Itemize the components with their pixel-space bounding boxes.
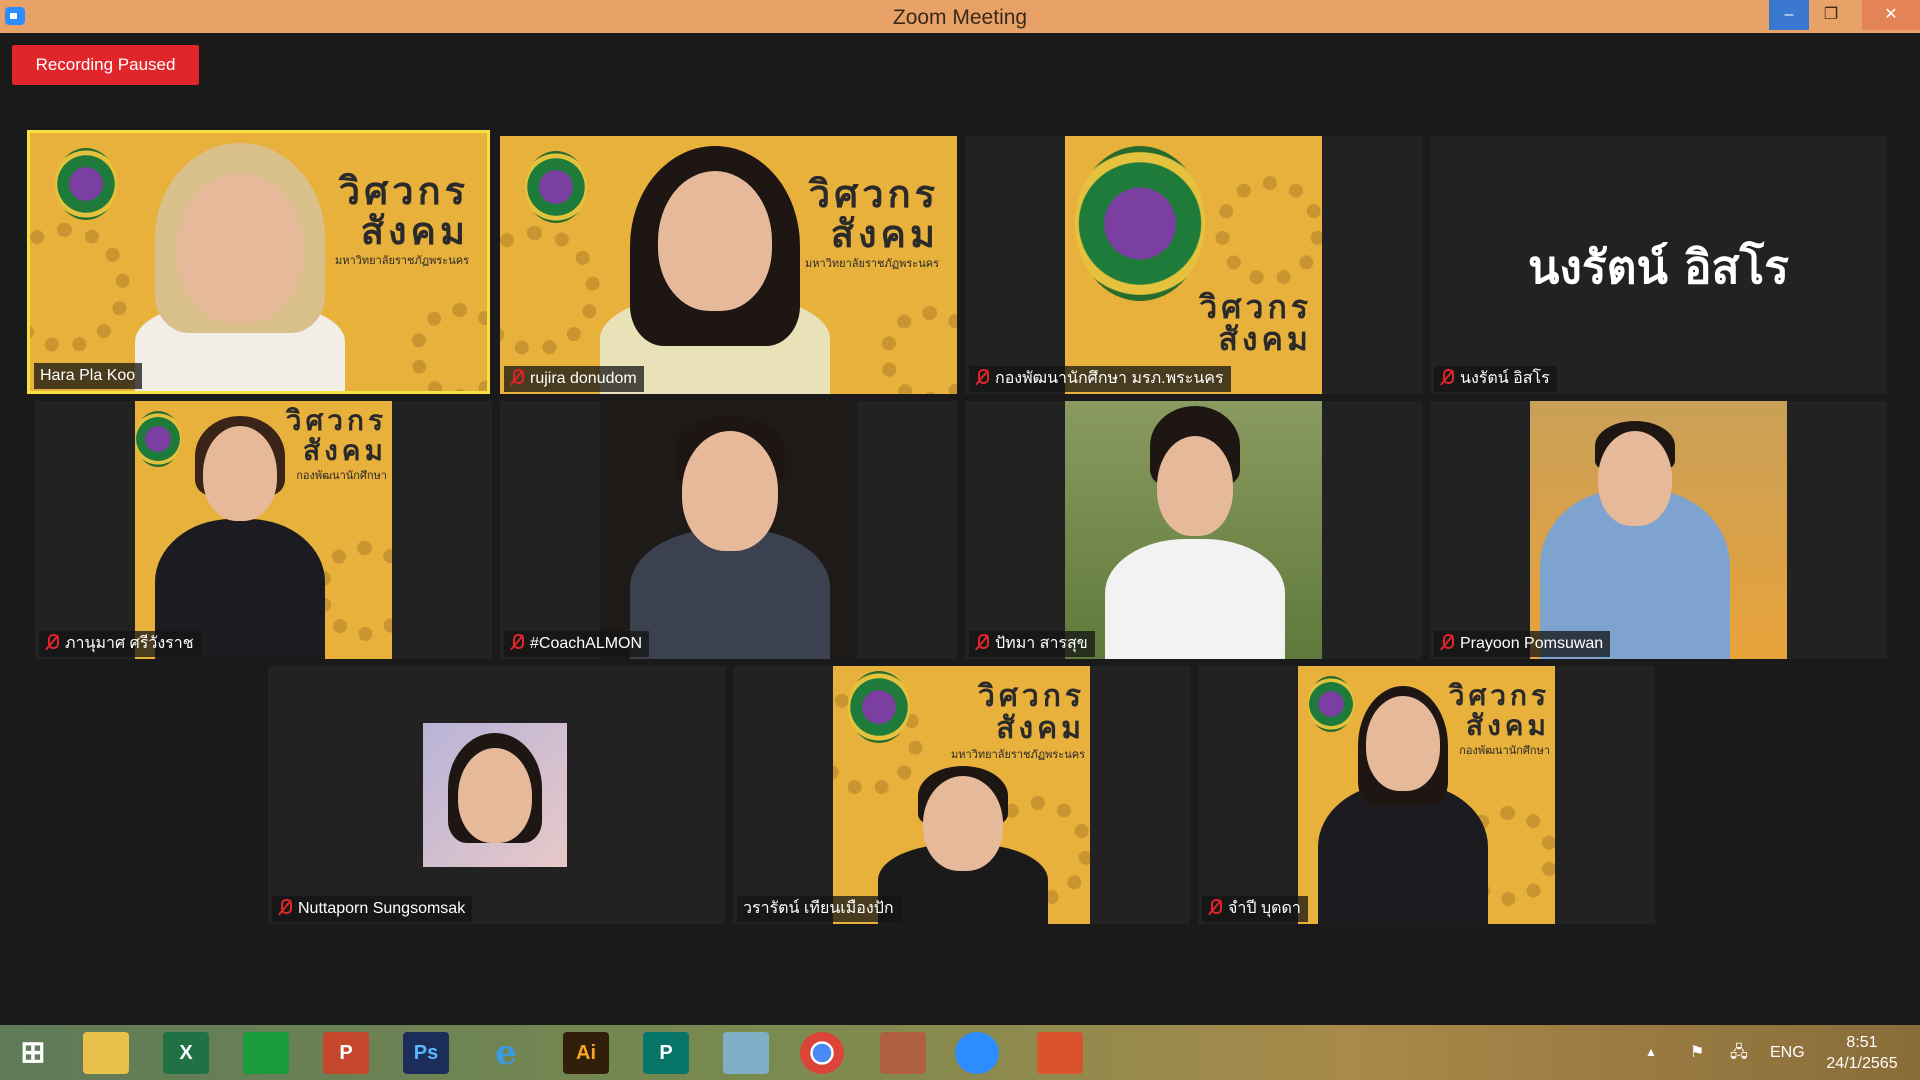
participant-video: วิศวกร สังคม กองพัฒนานักศึกษา bbox=[1298, 666, 1555, 924]
muted-mic-icon bbox=[510, 369, 524, 385]
clock-date: 24/1/2565 bbox=[1826, 1055, 1898, 1072]
notepad-icon[interactable] bbox=[723, 1032, 769, 1074]
photoshop-icon[interactable]: Ps bbox=[403, 1032, 449, 1074]
participant-figure bbox=[1105, 401, 1285, 659]
participant-name-label: ปัทมา สารสุข bbox=[969, 631, 1095, 657]
participant-figure bbox=[155, 401, 325, 659]
participant-video bbox=[600, 401, 857, 659]
participant-video: วิศวกร สังคมมหาวิทยาลัยราชภัฏพระนคร bbox=[30, 133, 487, 391]
participant-figure bbox=[600, 136, 830, 394]
video-tile-jampee[interactable]: วิศวกร สังคม กองพัฒนานักศึกษา จำปี บุดดา bbox=[1198, 666, 1655, 924]
minimize-button[interactable]: – bbox=[1769, 0, 1809, 30]
participant-name-label: วรารัตน์ เทียนเมืองปัก bbox=[737, 896, 901, 922]
participant-name-label: นงรัตน์ อิสโร bbox=[1434, 366, 1557, 392]
video-tile-nuttaporn[interactable]: Nuttaporn Sungsomsak bbox=[268, 666, 725, 924]
banner-university: มหาวิทยาลัยราชภัฏพระนคร bbox=[335, 255, 469, 267]
title-bar: Zoom Meeting – ❐ ✕ bbox=[0, 0, 1920, 33]
participant-figure bbox=[878, 666, 1048, 924]
muted-mic-icon bbox=[1208, 899, 1222, 915]
video-tile-prayoon[interactable]: Prayoon Pomsuwan bbox=[1430, 401, 1887, 659]
video-tile-coachalmon[interactable]: #CoachALMON bbox=[500, 401, 957, 659]
action-center-flag-icon[interactable]: ⚑ bbox=[1690, 1025, 1704, 1080]
participant-figure bbox=[125, 133, 355, 391]
windows-start-icon[interactable]: ⊞ bbox=[10, 1032, 56, 1074]
participant-figure bbox=[1318, 666, 1488, 924]
muted-mic-icon bbox=[1440, 634, 1454, 650]
muted-mic-icon bbox=[975, 369, 989, 385]
paint-icon[interactable] bbox=[880, 1032, 926, 1074]
banner-title-line2: สังคม bbox=[360, 208, 469, 253]
video-tile-panumas[interactable]: วิศวกร สังคม กองพัฒนานักศึกษา ภานุมาศ ศรีว… bbox=[35, 401, 492, 659]
video-tile-wararat[interactable]: วิศวกร สังคม มหาวิทยาลัยราชภัฏพระนคร วรารั… bbox=[733, 666, 1190, 924]
file-explorer-icon[interactable] bbox=[83, 1032, 129, 1074]
store-icon[interactable] bbox=[243, 1032, 289, 1074]
university-logo bbox=[525, 151, 587, 223]
restore-button[interactable]: ❐ bbox=[1811, 0, 1851, 30]
recording-paused-badge[interactable]: Recording Paused bbox=[12, 45, 199, 85]
language-indicator[interactable]: ENG bbox=[1770, 1025, 1805, 1080]
muted-mic-icon bbox=[975, 634, 989, 650]
network-icon[interactable]: 🖧 bbox=[1730, 1025, 1748, 1080]
close-button[interactable]: ✕ bbox=[1862, 0, 1920, 30]
participant-video: วิศวกร สังคม กองพัฒนานักศึกษา bbox=[135, 401, 392, 659]
video-tile-student-development[interactable]: วิศวกร สังคม กองพัฒนานักศึกษา มรภ.พระนคร bbox=[965, 136, 1422, 394]
banner-title-line2: สังคม bbox=[1218, 320, 1312, 358]
banner-title-line1: วิศวกร bbox=[1199, 288, 1312, 326]
powerpoint-icon[interactable]: P bbox=[323, 1032, 369, 1074]
illustrator-icon[interactable]: Ai bbox=[563, 1032, 609, 1074]
participant-name-label: Nuttaporn Sungsomsak bbox=[272, 896, 473, 922]
participant-name-label: จำปี บุดดา bbox=[1202, 896, 1308, 922]
show-hidden-icons-icon[interactable]: ▲ bbox=[1645, 1025, 1657, 1080]
muted-mic-icon bbox=[1440, 369, 1454, 385]
participant-video: วิศวกร สังคม มหาวิทยาลัยราชภัฏพระนคร bbox=[500, 136, 957, 394]
zoom-icon[interactable] bbox=[955, 1032, 999, 1074]
university-logo bbox=[55, 148, 117, 220]
chrome-icon[interactable] bbox=[800, 1032, 844, 1074]
muted-mic-icon bbox=[510, 634, 524, 650]
participant-video: วิศวกร สังคม bbox=[1065, 136, 1322, 394]
participant-name-label: กองพัฒนานักศึกษา มรภ.พระนคร bbox=[969, 366, 1231, 392]
participant-name-label: Prayoon Pomsuwan bbox=[1434, 631, 1611, 657]
participant-profile-photo bbox=[423, 723, 567, 867]
video-tile-pattama[interactable]: ปัทมา สารสุข bbox=[965, 401, 1422, 659]
window-title: Zoom Meeting bbox=[892, 6, 1028, 29]
video-tile-hara-pla-koo[interactable]: วิศวกร สังคมมหาวิทยาลัยราชภัฏพระนคร Hara … bbox=[27, 130, 490, 394]
muted-mic-icon bbox=[278, 899, 292, 915]
banner-title-line1: วิศวกร bbox=[338, 168, 469, 213]
participant-display-name: นงรัตน์ อิสโร bbox=[1527, 240, 1790, 294]
participant-name-label: ภานุมาศ ศรีวังราช bbox=[39, 631, 201, 657]
university-logo bbox=[1075, 146, 1205, 301]
internet-explorer-icon[interactable]: e bbox=[483, 1032, 529, 1074]
participant-name-label: rujira donudom bbox=[504, 366, 644, 392]
participant-video: วิศวกร สังคม มหาวิทยาลัยราชภัฏพระนคร bbox=[833, 666, 1090, 924]
taskbar-clock[interactable]: 8:51 24/1/2565 bbox=[1812, 1032, 1912, 1074]
muted-mic-icon bbox=[45, 634, 59, 650]
excel-icon[interactable]: X bbox=[163, 1032, 209, 1074]
participant-name-label: Hara Pla Koo bbox=[34, 363, 143, 389]
participant-video bbox=[1065, 401, 1322, 659]
photos-icon[interactable] bbox=[1037, 1032, 1083, 1074]
publisher-icon[interactable]: P bbox=[643, 1032, 689, 1074]
participant-video bbox=[1530, 401, 1787, 659]
video-tile-rujira-donudom[interactable]: วิศวกร สังคม มหาวิทยาลัยราชภัฏพระนคร rujir… bbox=[500, 136, 957, 394]
windows-taskbar: ⊞ X P Ps e Ai P ▲ ⚑ 🖧 ENG 8:51 24/1/2565 bbox=[0, 1025, 1920, 1080]
participant-figure bbox=[630, 401, 830, 659]
participant-name-label: #CoachALMON bbox=[504, 631, 650, 657]
clock-time: 8:51 bbox=[1846, 1034, 1878, 1051]
video-tile-nongrat[interactable]: นงรัตน์ อิสโร นงรัตน์ อิสโร bbox=[1430, 136, 1887, 394]
participant-figure bbox=[1540, 401, 1740, 659]
